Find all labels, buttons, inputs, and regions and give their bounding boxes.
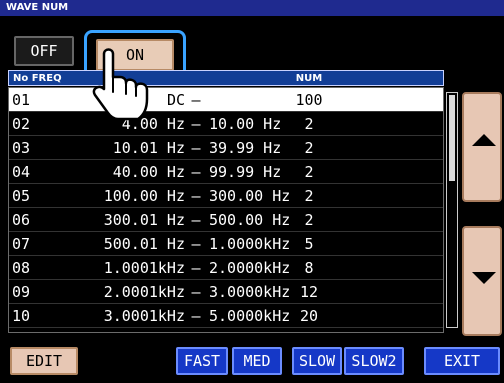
scroll-thumb[interactable] bbox=[449, 95, 455, 181]
row-06-num: 2 bbox=[304, 211, 314, 229]
table-row-04[interactable]: 04 40.00 Hz – 99.99 Hz 2 bbox=[9, 160, 443, 184]
row-09-dash: – bbox=[191, 283, 201, 301]
row-06-no: 06 bbox=[12, 211, 31, 229]
row-03-dash: – bbox=[191, 139, 201, 157]
row-07-no: 07 bbox=[12, 235, 31, 253]
row-10-freq-from: 3.0001kHz bbox=[103, 307, 185, 325]
row-03-freq-from: 10.01 Hz bbox=[112, 139, 185, 157]
slow2-button[interactable]: SLOW2 bbox=[344, 347, 404, 375]
triangle-up-icon bbox=[472, 134, 496, 146]
row-05-num: 2 bbox=[304, 187, 314, 205]
row-06-dash: – bbox=[191, 211, 201, 229]
row-08-no: 08 bbox=[12, 259, 31, 277]
row-04-no: 04 bbox=[12, 163, 31, 181]
row-08-num: 8 bbox=[304, 259, 314, 277]
row-07-num: 5 bbox=[304, 235, 314, 253]
row-02-num: 2 bbox=[304, 115, 314, 133]
table-row-09[interactable]: 09 2.0001kHz – 3.0000kHz 12 bbox=[9, 280, 443, 304]
row-04-num: 2 bbox=[304, 163, 314, 181]
row-09-num: 12 bbox=[299, 283, 319, 301]
header-num: NUM bbox=[295, 73, 323, 84]
table-row-03[interactable]: 03 10.01 Hz – 39.99 Hz 2 bbox=[9, 136, 443, 160]
table-row-10[interactable]: 10 3.0001kHz – 5.0000kHz 20 bbox=[9, 304, 443, 328]
row-10-num: 20 bbox=[299, 307, 319, 325]
row-04-dash: – bbox=[191, 163, 201, 181]
exit-button[interactable]: EXIT bbox=[424, 347, 500, 375]
fast-button[interactable]: FAST bbox=[176, 347, 228, 375]
title-bar: WAVE NUM bbox=[0, 0, 504, 16]
med-button[interactable]: MED bbox=[232, 347, 282, 375]
row-02-no: 02 bbox=[12, 115, 31, 133]
list-scrollbar[interactable] bbox=[446, 92, 458, 328]
scroll-down-button[interactable] bbox=[462, 226, 502, 336]
screen-title: WAVE NUM bbox=[6, 2, 69, 13]
row-10-no: 10 bbox=[12, 307, 31, 325]
row-07-freq-from: 500.01 Hz bbox=[103, 235, 185, 253]
row-03-no: 03 bbox=[12, 139, 31, 157]
off-button[interactable]: OFF bbox=[14, 36, 74, 66]
row-09-no: 09 bbox=[12, 283, 31, 301]
row-08-dash: – bbox=[191, 259, 201, 277]
row-02-dash: – bbox=[191, 115, 201, 133]
edit-button[interactable]: EDIT bbox=[10, 347, 78, 375]
row-05-freq-from: 100.00 Hz bbox=[103, 187, 185, 205]
row-09-freq-from: 2.0001kHz bbox=[103, 283, 185, 301]
row-01-dash: – bbox=[191, 91, 201, 109]
row-01-no: 01 bbox=[12, 91, 31, 109]
row-08-freq-from: 1.0001kHz bbox=[103, 259, 185, 277]
pointing-hand-icon bbox=[92, 48, 149, 121]
row-03-num: 2 bbox=[304, 139, 314, 157]
table-row-06[interactable]: 06 300.01 Hz – 500.00 Hz 2 bbox=[9, 208, 443, 232]
row-06-freq-from: 300.01 Hz bbox=[103, 211, 185, 229]
table-row-07[interactable]: 07 500.01 Hz – 1.0000kHz 5 bbox=[9, 232, 443, 256]
table-row-08[interactable]: 08 1.0001kHz – 2.0000kHz 8 bbox=[9, 256, 443, 280]
row-10-dash: – bbox=[191, 307, 201, 325]
table-row-05[interactable]: 05 100.00 Hz – 300.00 Hz 2 bbox=[9, 184, 443, 208]
row-05-no: 05 bbox=[12, 187, 31, 205]
bottom-bar: EDIT FAST MED SLOW SLOW2 EXIT bbox=[0, 341, 504, 383]
scroll-up-button[interactable] bbox=[462, 92, 502, 202]
wave-num-screen: WAVE NUM OFF ON No FREQ NUM 01 DC – 100 … bbox=[0, 0, 504, 383]
row-07-dash: – bbox=[191, 235, 201, 253]
row-01-num: 100 bbox=[295, 91, 323, 109]
row-05-dash: – bbox=[191, 187, 201, 205]
triangle-down-icon bbox=[472, 272, 496, 284]
row-04-freq-from: 40.00 Hz bbox=[112, 163, 185, 181]
slow-button[interactable]: SLOW bbox=[292, 347, 342, 375]
header-no-freq: No FREQ bbox=[13, 73, 62, 84]
